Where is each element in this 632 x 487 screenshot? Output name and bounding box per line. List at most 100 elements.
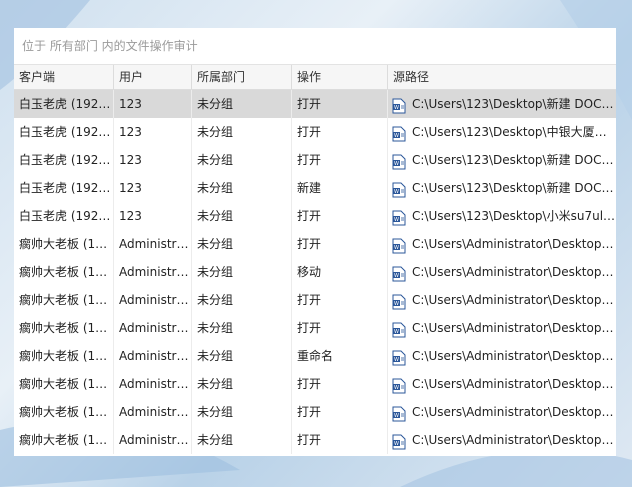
cell-source-path: W C:\Users\Administrator\Desktop\... <box>388 398 616 426</box>
word-document-icon: W <box>392 264 406 282</box>
cell-client: 白玉老虎 (192.1... <box>14 146 114 174</box>
cell-user: Administra... <box>114 258 192 286</box>
column-header-user[interactable]: 用户 <box>114 65 192 89</box>
cell-client: 白玉老虎 (192.1... <box>14 174 114 202</box>
cell-user: Administra... <box>114 286 192 314</box>
cell-client: 瘸帅大老板 (19... <box>14 398 114 426</box>
cell-operation: 打开 <box>292 314 388 342</box>
table-row[interactable]: 瘸帅大老板 (19... Administra... 未分组 打开 W C:\Users\… <box>14 398 616 426</box>
svg-text:W: W <box>394 413 399 419</box>
cell-path-text: C:\Users\Administrator\Desktop\... <box>412 237 616 251</box>
table-row[interactable]: 瘸帅大老板 (19... Administra... 未分组 打开 W C:\Users\… <box>14 426 616 454</box>
table-row[interactable]: 瘸帅大老板 (19... Administra... 未分组 移动 W C:\Users\… <box>14 258 616 286</box>
cell-client: 瘸帅大老板 (19... <box>14 286 114 314</box>
svg-text:W: W <box>394 133 399 139</box>
cell-source-path: W C:\Users\123\Desktop\新建 DOC ... <box>388 90 616 118</box>
cell-path-text: C:\Users\123\Desktop\小米su7ultr... <box>412 209 616 223</box>
table-row[interactable]: 瘸帅大老板 (19... Administra... 未分组 打开 W C:\Users\… <box>14 314 616 342</box>
word-document-icon: W <box>392 404 406 422</box>
cell-department: 未分组 <box>192 258 292 286</box>
table-row[interactable]: 白玉老虎 (192.1... 123 未分组 打开 W C:\Users\123\Desk… <box>14 202 616 230</box>
column-header-source-path[interactable]: 源路径 <box>388 65 616 89</box>
table-header: 客户端 用户 所属部门 操作 源路径 <box>14 64 616 90</box>
cell-source-path: W C:\Users\123\Desktop\中银大厦设... <box>388 118 616 146</box>
cell-department: 未分组 <box>192 342 292 370</box>
cell-user: 123 <box>114 174 192 202</box>
cell-client: 瘸帅大老板 (19... <box>14 370 114 398</box>
column-header-department[interactable]: 所属部门 <box>192 65 292 89</box>
svg-text:W: W <box>394 441 399 447</box>
column-header-client[interactable]: 客户端 <box>14 65 114 89</box>
cell-client: 白玉老虎 (192.1... <box>14 118 114 146</box>
cell-operation: 打开 <box>292 230 388 258</box>
table-row[interactable]: 白玉老虎 (192.1... 123 未分组 打开 W C:\Users\123\Desk… <box>14 146 616 174</box>
cell-path-text: C:\Users\123\Desktop\新建 DOC ... <box>412 153 616 167</box>
word-document-icon: W <box>392 124 406 142</box>
cell-path-text: C:\Users\Administrator\Desktop\... <box>412 265 616 279</box>
cell-operation: 打开 <box>292 90 388 118</box>
audit-panel: 位于 所有部门 内的文件操作审计 客户端 用户 所属部门 操作 源路径 白玉老虎… <box>14 28 616 456</box>
cell-user: Administra... <box>114 342 192 370</box>
cell-source-path: W C:\Users\Administrator\Desktop\... <box>388 314 616 342</box>
cell-path-text: C:\Users\Administrator\Desktop\... <box>412 405 616 419</box>
cell-user: Administra... <box>114 370 192 398</box>
svg-text:W: W <box>394 357 399 363</box>
cell-department: 未分组 <box>192 398 292 426</box>
svg-text:W: W <box>394 329 399 335</box>
table-row[interactable]: 瘸帅大老板 (19... Administra... 未分组 打开 W C:\Users\… <box>14 286 616 314</box>
svg-text:W: W <box>394 273 399 279</box>
panel-title: 位于 所有部门 内的文件操作审计 <box>14 28 616 64</box>
cell-operation: 移动 <box>292 258 388 286</box>
cell-path-text: C:\Users\123\Desktop\中银大厦设... <box>412 125 616 139</box>
svg-text:W: W <box>394 161 399 167</box>
cell-operation: 打开 <box>292 398 388 426</box>
svg-text:W: W <box>394 105 399 111</box>
word-document-icon: W <box>392 152 406 170</box>
cell-path-text: C:\Users\123\Desktop\新建 DOC ... <box>412 181 616 195</box>
svg-text:W: W <box>394 301 399 307</box>
cell-client: 白玉老虎 (192.1... <box>14 90 114 118</box>
table-row[interactable]: 白玉老虎 (192.1... 123 未分组 新建 W C:\Users\123\Desk… <box>14 174 616 202</box>
cell-user: Administra... <box>114 398 192 426</box>
cell-department: 未分组 <box>192 426 292 454</box>
cell-user: 123 <box>114 202 192 230</box>
word-document-icon: W <box>392 96 406 114</box>
word-document-icon: W <box>392 432 406 450</box>
cell-operation: 打开 <box>292 202 388 230</box>
cell-client: 瘸帅大老板 (19... <box>14 258 114 286</box>
cell-operation: 打开 <box>292 426 388 454</box>
cell-source-path: W C:\Users\123\Desktop\新建 DOC ... <box>388 174 616 202</box>
cell-department: 未分组 <box>192 314 292 342</box>
table-row[interactable]: 瘸帅大老板 (19... Administra... 未分组 打开 W C:\Users\… <box>14 230 616 258</box>
cell-user: Administra... <box>114 314 192 342</box>
word-document-icon: W <box>392 320 406 338</box>
column-header-operation[interactable]: 操作 <box>292 65 388 89</box>
cell-operation: 打开 <box>292 118 388 146</box>
table-row[interactable]: 白玉老虎 (192.1... 123 未分组 打开 W C:\Users\123\Desk… <box>14 90 616 118</box>
cell-source-path: W C:\Users\Administrator\Desktop\... <box>388 426 616 454</box>
cell-path-text: C:\Users\Administrator\Desktop\... <box>412 433 616 447</box>
cell-user: Administra... <box>114 426 192 454</box>
word-document-icon: W <box>392 180 406 198</box>
cell-user: 123 <box>114 90 192 118</box>
table-row[interactable]: 瘸帅大老板 (19... Administra... 未分组 打开 W C:\Users\… <box>14 370 616 398</box>
cell-path-text: C:\Users\Administrator\Desktop\... <box>412 293 616 307</box>
cell-operation: 打开 <box>292 146 388 174</box>
word-document-icon: W <box>392 348 406 366</box>
cell-source-path: W C:\Users\Administrator\Desktop\... <box>388 286 616 314</box>
cell-department: 未分组 <box>192 174 292 202</box>
cell-source-path: W C:\Users\Administrator\Desktop\... <box>388 342 616 370</box>
cell-source-path: W C:\Users\123\Desktop\小米su7ultr... <box>388 202 616 230</box>
cell-path-text: C:\Users\Administrator\Desktop\... <box>412 321 616 335</box>
cell-client: 白玉老虎 (192.1... <box>14 202 114 230</box>
cell-path-text: C:\Users\Administrator\Desktop\... <box>412 377 616 391</box>
cell-department: 未分组 <box>192 118 292 146</box>
cell-path-text: C:\Users\Administrator\Desktop\... <box>412 349 616 363</box>
cell-path-text: C:\Users\123\Desktop\新建 DOC ... <box>412 97 616 111</box>
table-row[interactable]: 瘸帅大老板 (19... Administra... 未分组 重命名 W C:\Users… <box>14 342 616 370</box>
cell-client: 瘸帅大老板 (19... <box>14 314 114 342</box>
table-row[interactable]: 白玉老虎 (192.1... 123 未分组 打开 W C:\Users\123\Desk… <box>14 118 616 146</box>
cell-client: 瘸帅大老板 (19... <box>14 426 114 454</box>
word-document-icon: W <box>392 236 406 254</box>
audit-table: 客户端 用户 所属部门 操作 源路径 白玉老虎 (192.1... 123 未分组打… <box>14 64 616 454</box>
